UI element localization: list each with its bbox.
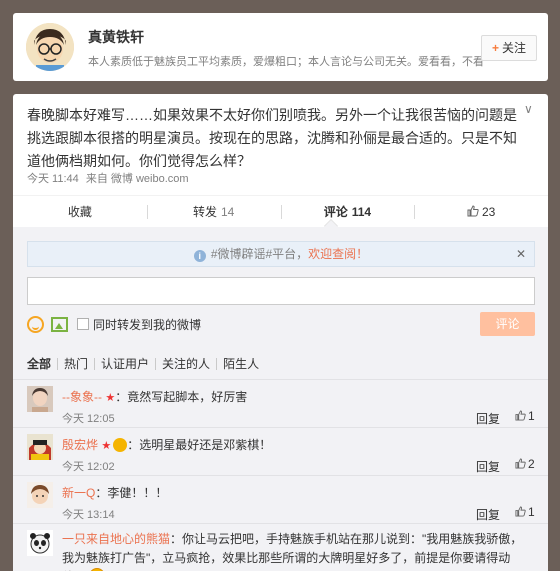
comment-line: 新一Q：李健！！！: [62, 484, 167, 501]
avatar[interactable]: [27, 482, 53, 508]
filter-hot[interactable]: 热门: [57, 358, 94, 370]
notice-link[interactable]: 欢迎查阅！: [308, 247, 368, 261]
emoji-badge-icon: [113, 438, 128, 452]
reply-button[interactable]: 回复: [476, 410, 500, 427]
comment-user[interactable]: --象象--: [62, 390, 102, 404]
profile-card: 真黄铁轩 本人素质低于魅族员工平均素质，爱爆粗口；本人言论与公司无关。爱看看，不…: [13, 13, 548, 81]
comment-like-button[interactable]: 2: [515, 457, 535, 471]
comment-user[interactable]: 一只来自地心的熊猫: [62, 532, 170, 546]
image-icon[interactable]: [51, 316, 68, 332]
comment-time: 今天 12:02: [62, 461, 115, 473]
comment-count: 114: [351, 205, 372, 219]
follow-button[interactable]: + 关注: [481, 35, 537, 61]
comment-item: 新一Q：李健！！！ 今天 13:14 回复 1: [13, 475, 548, 523]
repost-button[interactable]: 转发 14: [146, 196, 281, 228]
chevron-down-icon[interactable]: ∨: [524, 102, 533, 116]
comment-like-button[interactable]: 1: [515, 409, 535, 423]
comment-input[interactable]: [27, 277, 535, 305]
comment-like-count: 2: [528, 457, 535, 471]
vip-star-icon: ★: [105, 392, 116, 404]
comment-text: ：竟然写起脚本，好厉害: [115, 390, 248, 404]
filter-strangers[interactable]: 陌生人: [216, 358, 265, 370]
source-prefix: 来自: [85, 173, 108, 185]
comment-like-count: 1: [528, 409, 535, 423]
post-card: 春晚脚本好难写……如果效果不太好你们别喷我。另外一个让我很苦恼的问题是挑选跟脚本…: [13, 94, 548, 571]
filter-verified[interactable]: 认证用户: [94, 358, 155, 370]
comment-button[interactable]: 评论 114: [280, 196, 415, 228]
comment-user[interactable]: 殷宏烨: [62, 438, 98, 452]
comment-label: 评论: [323, 205, 348, 219]
avatar[interactable]: [27, 386, 53, 412]
thumb-up-icon: [515, 506, 526, 517]
avatar[interactable]: [26, 23, 74, 71]
comment-list: --象象-- ★：竟然写起脚本，好厉害 今天 12:05 回复 1 殷宏烨 ★：…: [13, 379, 548, 571]
post-text: 春晚脚本好难写……如果效果不太好你们别喷我。另外一个让我很苦恼的问题是挑选跟脚本…: [27, 107, 517, 169]
comment-line: --象象-- ★：竟然写起脚本，好厉害: [62, 388, 247, 405]
comment-like-button[interactable]: 1: [515, 505, 535, 519]
repost-count: 14: [220, 205, 235, 219]
post-meta: 今天 11:44 来自 微博 weibo.com: [27, 170, 189, 186]
action-bar: 收藏 转发 14 评论 114 23: [13, 195, 548, 229]
avatar[interactable]: [27, 434, 53, 460]
info-icon: i: [193, 250, 206, 262]
comment-like-count: 1: [528, 505, 535, 519]
vip-star-icon: ★: [101, 440, 112, 452]
repost-checkbox[interactable]: [77, 318, 89, 330]
follow-label: 关注: [502, 41, 527, 55]
comment-item: --象象-- ★：竟然写起脚本，好厉害 今天 12:05 回复 1: [13, 379, 548, 427]
thumb-up-icon: [515, 410, 526, 421]
profile-bio: 本人素质低于魅族员工平均素质，爱爆粗口；本人言论与公司无关。爱看看，不看: [88, 56, 483, 68]
close-icon[interactable]: ✕: [516, 242, 526, 266]
comment-line: 一只来自地心的熊猫：你让马云把吧，手持魅族手机站在那儿说到："我用魅族我骄傲，我…: [62, 530, 532, 571]
comment-filters: 全部 热门 认证用户 关注的人 陌生人: [27, 358, 265, 370]
favorite-button[interactable]: 收藏: [13, 196, 147, 228]
repost-checkbox-label[interactable]: 同时转发到我的微博: [93, 316, 201, 333]
like-count: 23: [481, 205, 496, 219]
notice-text: #微博辟谣#平台，: [210, 247, 309, 261]
comment-text: ：选明星最好还是邓紫棋！: [127, 438, 272, 452]
post-time[interactable]: 今天 11:44: [27, 173, 79, 185]
filter-following[interactable]: 关注的人: [155, 358, 216, 370]
composer-tools: 同时转发到我的微博: [27, 314, 201, 334]
post-source[interactable]: 微博 weibo.com: [111, 173, 189, 185]
emoji-icon[interactable]: [27, 315, 44, 333]
submit-comment-button[interactable]: 评论: [480, 312, 535, 336]
reply-button[interactable]: 回复: [476, 458, 500, 475]
comment-area: i #微博辟谣#平台，欢迎查阅！ ✕ 同时转发到我的微博 评论 全部 热门 认证用…: [13, 227, 548, 571]
plus-icon: +: [491, 41, 499, 55]
favorite-label: 收藏: [67, 205, 92, 219]
thumb-up-icon: [467, 205, 479, 217]
comment-line: 殷宏烨 ★ ：选明星最好还是邓紫棋！: [62, 436, 271, 453]
avatar[interactable]: [27, 530, 53, 556]
thumb-up-icon: [515, 458, 526, 469]
like-button[interactable]: 23: [414, 196, 548, 228]
repost-label: 转发: [192, 205, 217, 219]
comment-item: 殷宏烨 ★ ：选明星最好还是邓紫棋！ 今天 12:02 回复 2: [13, 427, 548, 475]
comment-item: 一只来自地心的熊猫：你让马云把吧，手持魅族手机站在那儿说到："我用魅族我骄傲，我…: [13, 523, 548, 571]
comment-text: ：李健！！！: [95, 486, 168, 500]
rumor-notice: i #微博辟谣#平台，欢迎查阅！ ✕: [27, 241, 535, 267]
comment-user[interactable]: 新一Q: [62, 486, 95, 500]
reply-button[interactable]: 回复: [476, 506, 500, 523]
comment-time: 今天 13:14: [62, 509, 115, 521]
filter-all[interactable]: 全部: [27, 358, 57, 370]
comment-time: 今天 12:05: [62, 413, 115, 425]
profile-name[interactable]: 真黄铁轩: [88, 27, 144, 47]
